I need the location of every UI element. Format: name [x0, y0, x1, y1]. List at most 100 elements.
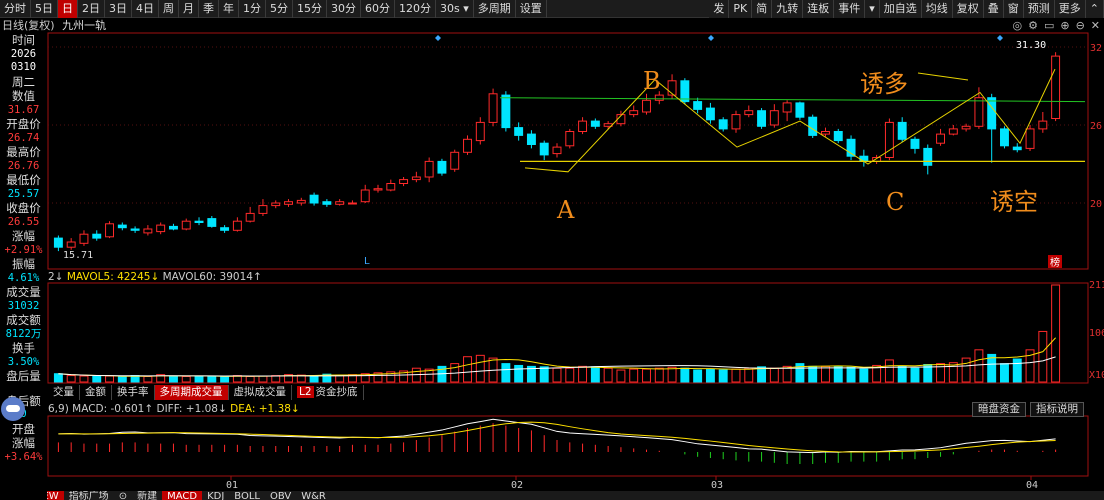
candle-body — [501, 94, 511, 129]
candle-body — [360, 189, 370, 203]
volume-bar — [603, 367, 613, 383]
candle-body — [705, 107, 715, 121]
turnover-amount-value: 8122万 — [5, 327, 42, 340]
indicator-tab-8[interactable]: OBV — [265, 491, 296, 500]
indicator-tab-6[interactable]: KDJ — [202, 491, 229, 500]
dea-value: DEA: +1.38↓ — [230, 403, 300, 415]
high-value: 26.76 — [7, 159, 40, 172]
volume-bar — [53, 373, 63, 383]
volume-bar — [846, 366, 856, 383]
volume-bar — [565, 367, 575, 383]
macd-header: 6,9) MACD: -0.601↑ DIFF: +1.08↓ DEA: +1.… — [48, 402, 300, 416]
candle-body — [347, 202, 357, 205]
candle-body — [539, 142, 549, 156]
candle-body — [514, 127, 524, 136]
volume-bar — [948, 362, 958, 383]
candle-body — [859, 155, 869, 162]
volume-bar — [105, 375, 114, 383]
volume-bar — [245, 375, 255, 383]
candle-body — [795, 102, 805, 118]
assistant-robot-icon[interactable] — [1, 397, 25, 421]
turnover-amount-label: 成交额 — [6, 313, 41, 327]
volume-bar — [667, 366, 677, 383]
volume-bar — [693, 369, 703, 383]
volume-bar — [220, 375, 230, 383]
candle-body — [373, 188, 383, 191]
candle-body — [105, 223, 114, 238]
turnover-value: 3.50% — [7, 355, 40, 368]
l2-badge: L2 — [297, 386, 314, 398]
open-label: 开盘价 — [6, 117, 41, 131]
volume-bar — [974, 349, 984, 383]
tab-turnover-rate[interactable]: 换手率 — [112, 385, 155, 400]
volume-bar — [897, 365, 907, 383]
candle-body — [578, 120, 588, 132]
volume-bar — [181, 375, 191, 383]
candle-body — [782, 102, 792, 113]
event-marker-icon-1 — [708, 35, 714, 41]
macd-params: 6,9) — [48, 403, 69, 415]
low-value: 25.57 — [7, 187, 40, 200]
high-label: 最高价 — [6, 145, 41, 159]
trap-bull-label: 诱多 — [860, 70, 908, 98]
dark-pool-button[interactable]: 暗盘资金 — [972, 402, 1026, 417]
candle-body — [526, 133, 536, 146]
candle-body — [629, 110, 639, 116]
candle-body — [411, 176, 421, 181]
open-value: 26.74 — [7, 131, 40, 144]
candle-body — [79, 233, 89, 244]
candle-body — [245, 212, 255, 222]
tab-volume[interactable]: 交量 — [48, 385, 80, 400]
candle-body — [66, 241, 76, 248]
volume-bar — [79, 375, 89, 383]
indicator-tab-4[interactable]: 新建 — [132, 491, 162, 500]
volume-bar — [833, 366, 843, 383]
volume-bar — [731, 368, 741, 383]
indicator-help-button[interactable]: 指标说明 — [1030, 402, 1084, 417]
quote-info-panel: 时间 2026 0310 周二 数值 31.67 开盘价 26.74 最高价 2… — [0, 33, 47, 500]
volume-bar — [143, 375, 153, 383]
indicator-tab-5[interactable]: MACD — [162, 491, 203, 500]
candle-body — [450, 151, 460, 170]
volume-bar — [961, 357, 971, 383]
resistance-line — [499, 97, 1086, 103]
candle-body — [693, 101, 703, 110]
volume-bar — [642, 368, 651, 383]
tab-multi-period-volume[interactable]: 多周期成交量 — [154, 385, 229, 400]
candle-body — [220, 227, 230, 231]
indicator-tab-9[interactable]: W&R — [296, 491, 331, 500]
price-tick-2: 20. — [1090, 199, 1104, 210]
indicator-tab-7[interactable]: BOLL — [229, 491, 265, 500]
candle-body — [117, 224, 127, 229]
volume-bar — [258, 375, 268, 383]
volume-bar — [552, 367, 562, 383]
x-tick-label-3: 04 — [1026, 480, 1038, 491]
close-label: 收盘价 — [6, 201, 41, 215]
trap-bear-label: 诱空 — [990, 188, 1038, 216]
volume-bar — [1012, 358, 1022, 383]
amplitude-value: 4.61% — [7, 271, 40, 284]
candle-body — [897, 121, 907, 140]
volume-bar — [705, 368, 715, 383]
volume-bar — [654, 367, 664, 383]
candle-body — [168, 225, 178, 230]
tab-virtual-volume[interactable]: 虚拟成交量 — [229, 385, 292, 400]
tab-capital-bottom[interactable]: L2 资金抄底 — [292, 385, 364, 400]
volume-bar — [578, 365, 588, 383]
volume-value: 31032 — [7, 299, 40, 312]
candle-body — [92, 233, 102, 239]
indicator-tab-3[interactable]: ⊙ — [114, 491, 132, 500]
candle-body — [181, 220, 191, 230]
indicator-tab-2[interactable]: 指标广场 — [64, 491, 114, 500]
low-price-label: 15.71 — [63, 250, 93, 261]
kline-chart[interactable]: 32. 26. 20. 211 106 X10 15.71 31.30 L A B C 诱多诱空榜 01 0… — [0, 0, 1104, 500]
volume-bar — [1000, 363, 1009, 383]
candle-body — [284, 201, 293, 205]
tab-amount[interactable]: 金额 — [80, 385, 112, 400]
candle-body — [936, 133, 946, 144]
volume-label: 成交量 — [6, 285, 41, 299]
volume-bar — [859, 368, 869, 383]
turnover-label: 换手 — [12, 341, 35, 355]
candle-body — [309, 194, 319, 204]
indicator-bar: 设置NEW指标广场⊙新建MACDKDJBOLLOBVW&R — [0, 491, 1104, 500]
